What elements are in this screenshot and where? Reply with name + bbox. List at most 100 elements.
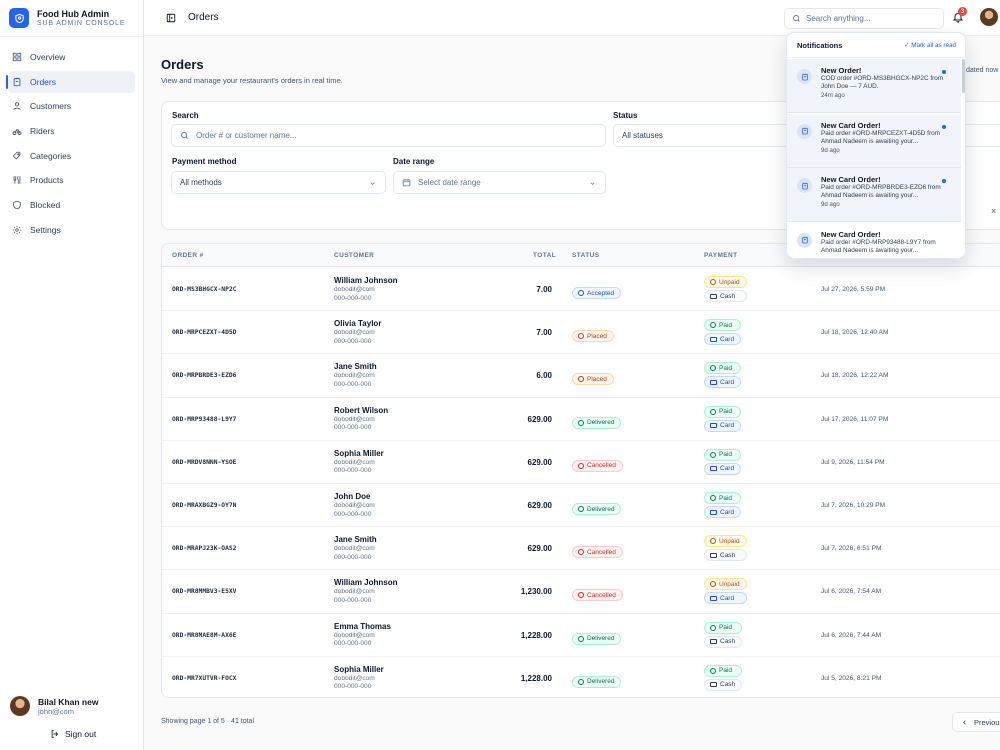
sidebar-item-overview[interactable]: Overview: [8, 46, 135, 68]
table-row[interactable]: ORD-MR7XUTVR-FOCX Sophia Miller dobodit@…: [162, 657, 1000, 697]
order-search-placeholder: Order # or customer name...: [196, 131, 297, 140]
payment-method-label: Card: [720, 335, 735, 343]
date-range-picker[interactable]: Select date range: [393, 171, 606, 194]
sidebar-toggle-icon[interactable]: [166, 13, 176, 23]
customer-email: dobodit@com: [334, 329, 375, 337]
global-search-placeholder: Search anything...: [806, 14, 871, 23]
status-badge: Placed: [572, 369, 614, 387]
order-number[interactable]: ORD-MR8MMBV3-E5XV: [172, 588, 236, 595]
order-number[interactable]: ORD-MRPBRDE3-EZD6: [172, 372, 236, 379]
sidebar-item-settings[interactable]: Settings: [8, 219, 135, 241]
table-row[interactable]: ORD-MRPCEZXT-4D5D Olivia Taylor dobodit@…: [162, 311, 1000, 355]
calendar-icon: [402, 179, 411, 187]
sidebar-item-orders[interactable]: Orders: [6, 70, 135, 93]
customer-email: dobodit@com: [334, 286, 375, 293]
table-row[interactable]: ORD-MS3BHGCX-NP2C William Johnson dobodi…: [162, 268, 1000, 312]
notification-item[interactable]: New Card Order! Paid order #ORD-MRP93488…: [787, 223, 961, 259]
sign-out-icon: [51, 730, 59, 738]
order-number[interactable]: ORD-MRP93488-L9Y7: [172, 416, 236, 423]
customer-phone: 000-000-000: [334, 337, 372, 345]
sidebar-item-products[interactable]: Products: [8, 169, 135, 191]
customer-phone: 000-000-000: [334, 380, 372, 388]
order-number[interactable]: ORD-MRPCEZXT-4D5D: [172, 329, 236, 336]
payment-state-badge: Paid: [704, 405, 742, 418]
table-row[interactable]: ORD-MRDV8NNN-YSOE Sophia Miller dobodit@…: [162, 441, 1000, 484]
payment-method-label: Card: [720, 594, 735, 602]
payment-cell: Unpaid Card: [704, 578, 747, 605]
sidebar-item-label: Products: [30, 175, 64, 186]
notification-item[interactable]: New Order! COD order #ORD-MS3BHGCX-NP2C …: [787, 59, 961, 113]
sidebar-item-blocked[interactable]: Blocked: [8, 194, 135, 216]
order-date: Jul 7, 2026, 10:29 PM: [821, 502, 886, 509]
sidebar-item-customers[interactable]: Customers: [8, 95, 135, 117]
sidebar-item-riders[interactable]: Riders: [8, 120, 135, 142]
customer-name: John Doe: [334, 492, 371, 501]
order-number[interactable]: ORD-MS3BHGCX-NP2C: [172, 286, 236, 293]
search-icon: [793, 15, 800, 22]
notification-item[interactable]: New Card Order! Paid order #ORD-MRPBRDE3…: [787, 168, 961, 222]
customer-phone: 000-000-000: [334, 467, 372, 475]
order-number[interactable]: ORD-MRAXBGZ9-OY7N: [172, 502, 236, 509]
table-row[interactable]: ORD-MR8MMBV3-E5XV William Johnson dobodi…: [162, 570, 1000, 614]
order-number[interactable]: ORD-MRDV8NNN-YSOE: [172, 459, 236, 466]
status-badge: Placed: [572, 326, 614, 344]
table-row[interactable]: ORD-MRAXBGZ9-OY7N John Doe dobodit@com 0…: [162, 484, 1000, 528]
payment-cell: Paid Cash: [704, 664, 743, 691]
payment-method-select[interactable]: All methods: [171, 171, 386, 194]
status-label: Delivered: [587, 505, 615, 513]
payment-method-label: Cash: [720, 292, 736, 300]
customer-cell: Robert Wilson dobodit@com 000-000-000: [334, 406, 388, 433]
order-number[interactable]: ORD-MRAPJ23K-OAS2: [172, 545, 236, 552]
customer-email: dobodit@com: [334, 502, 375, 509]
unread-dot: [942, 70, 946, 74]
table-row[interactable]: ORD-MRAPJ23K-OAS2 Jane Smith dobodit@com…: [162, 527, 1000, 571]
user-icon: [13, 102, 21, 111]
orders-table: ORDER # CUSTOMER TOTAL STATUS PAYMENT OR…: [161, 243, 1000, 698]
payment-method-label: Card: [720, 378, 735, 386]
sidebar-item-categories[interactable]: Categories: [8, 145, 135, 167]
sidebar-user[interactable]: Bilal Khan new john@com: [10, 696, 98, 716]
table-row[interactable]: ORD-MRPBRDE3-EZD6 Jane Smith dobodit@com…: [162, 354, 1000, 398]
customer-email: dobodit@com: [334, 415, 375, 423]
previous-page-button[interactable]: Previous: [952, 712, 1000, 732]
order-date: Jul 18, 2026, 12:40 AM: [821, 329, 889, 337]
cash-icon: [710, 682, 717, 688]
clipboard-icon: [797, 123, 812, 139]
payment-state-label: Paid: [719, 451, 733, 459]
customer-email: dobodit@com: [334, 674, 375, 682]
customer-name: Sophia Miller: [334, 664, 384, 674]
page-subtitle: View and manage your restaurant's orders…: [161, 76, 343, 85]
notification-item[interactable]: New Card Order! Paid order #ORD-MRPCEZXT…: [787, 113, 961, 168]
table-row[interactable]: ORD-MR8MAE8M-AX6E Emma Thomas dobodit@co…: [162, 614, 1000, 657]
cash-icon: [710, 639, 717, 645]
mark-all-read-button[interactable]: ✓ Mark all as read: [904, 42, 956, 49]
table-row[interactable]: ORD-MRP93488-L9Y7 Robert Wilson dobodit@…: [162, 398, 1000, 441]
notification-time: 9d ago: [821, 146, 840, 154]
payment-cell: Paid Cash: [704, 621, 743, 648]
order-number[interactable]: ORD-MR8MAE8M-AX6E: [172, 632, 236, 639]
order-total: 1,228.00: [520, 630, 552, 640]
order-number[interactable]: ORD-MR7XUTVR-FOCX: [172, 675, 236, 682]
order-date: Jul 6, 2026, 7:54 AM: [821, 588, 882, 596]
order-date: Jul 6, 2026, 7:44 AM: [821, 631, 882, 639]
notification-title: New Card Order!: [821, 120, 881, 130]
global-search-input[interactable]: Search anything...: [784, 8, 944, 29]
package-icon: [578, 506, 584, 512]
clipboard-icon: [797, 232, 812, 248]
sidebar-item-label: Settings: [30, 224, 61, 235]
payment-state-badge: Paid: [704, 492, 742, 504]
sign-out-button[interactable]: Sign out: [50, 729, 96, 739]
order-search-input[interactable]: Order # or customer name...: [171, 124, 606, 147]
status-label: Delivered: [587, 419, 615, 427]
payment-state-label: Paid: [719, 364, 733, 372]
notification-time: 9d ago: [821, 201, 840, 208]
payment-method-label: Card: [720, 422, 735, 430]
clear-filters-button[interactable]: ×: [991, 206, 996, 216]
avatar[interactable]: [980, 8, 998, 26]
notification-time: 24m ago: [821, 92, 845, 99]
notifications-scrollbar[interactable]: [962, 59, 965, 93]
notification-body: Paid order #ORD-MRP93488-L9Y7 from Ahmad…: [821, 238, 936, 254]
payment-method-badge: Cash: [704, 290, 747, 302]
customer-cell: Sophia Miller dobodit@com 000-000-000: [334, 665, 384, 692]
payment-method-label: Cash: [720, 638, 736, 646]
